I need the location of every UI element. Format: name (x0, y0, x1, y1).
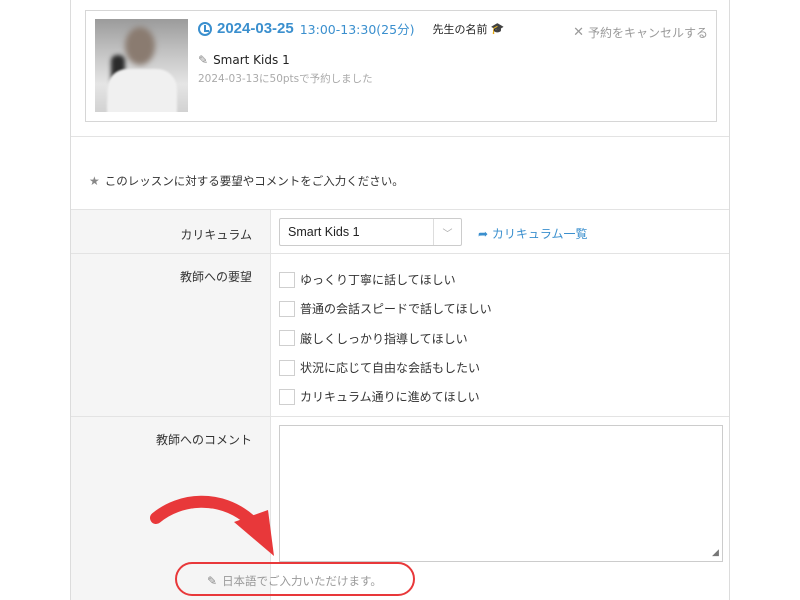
request-option-follow-curriculum[interactable]: カリキュラム通りに進めてほしい (279, 382, 492, 411)
checkbox[interactable] (279, 359, 295, 376)
curriculum-select[interactable]: Smart Kids 1 ﹀ (279, 218, 462, 246)
resize-handle-icon[interactable]: ◢ (712, 548, 727, 600)
request-option-free-talk[interactable]: 状況に応じて自由な会話もしたい (279, 353, 492, 382)
clock-icon (198, 21, 212, 36)
course-name: ✎ Smart Kids 1 (198, 53, 290, 67)
teacher-name[interactable]: 先生の名前 (432, 21, 487, 37)
checkbox[interactable] (279, 300, 295, 317)
request-option-label: 普通の会話スピードで話してほしい (300, 302, 492, 317)
request-option-label: カリキュラム通りに進めてほしい (300, 390, 480, 405)
pencil-icon: ✎ (207, 574, 218, 588)
lesson-time: 13:00-13:30(25分) (299, 22, 415, 37)
requests-row: 教師への要望 ゆっくり丁寧に話してほしい 普通の会話スピードで話してほしい 厳し… (71, 253, 729, 416)
course-label: Smart Kids 1 (213, 53, 290, 67)
checkbox[interactable] (279, 388, 295, 405)
cancel-label: 予約をキャンセルする (587, 26, 708, 40)
graduation-cap-icon: 🎓 (490, 22, 505, 35)
request-options: ゆっくり丁寧に話してほしい 普通の会話スピードで話してほしい 厳しくしっかり指導… (279, 265, 492, 411)
comment-hint-text: 日本語でご入力いただけます。 (222, 574, 382, 588)
curriculum-row: カリキュラム Smart Kids 1 ﹀ ➦ カリキュラム一覧 (71, 209, 729, 253)
cancel-reservation-link[interactable]: ✕ 予約をキャンセルする (573, 24, 708, 41)
requests-label: 教師への要望 (71, 254, 271, 416)
annotation-highlight: ✎ 日本語でご入力いただけます。 (175, 562, 415, 596)
form-note-text: このレッスンに対する要望やコメントをご入力ください。 (104, 174, 404, 188)
lesson-datetime: 2024-03-25 13:00-13:30(25分) 先生の名前 🎓 (198, 19, 504, 38)
curriculum-list-link[interactable]: ➦ カリキュラム一覧 (478, 225, 588, 242)
divider (71, 136, 729, 137)
curriculum-link-label: カリキュラム一覧 (491, 227, 588, 241)
pencil-icon: ✎ (198, 53, 209, 67)
share-arrow-icon: ➦ (478, 227, 489, 241)
request-option-label: ゆっくり丁寧に話してほしい (300, 273, 456, 288)
request-option-label: 状況に応じて自由な会話もしたい (300, 361, 481, 376)
close-icon: ✕ (573, 25, 584, 40)
teacher-photo (95, 19, 188, 112)
lesson-date: 2024-03-25 (217, 20, 294, 37)
request-option-strict[interactable]: 厳しくしっかり指導してほしい (279, 324, 492, 353)
curriculum-selected: Smart Kids 1 (288, 225, 360, 239)
comment-hint: ✎ 日本語でご入力いただけます。 (207, 573, 382, 589)
curriculum-label: カリキュラム (71, 210, 271, 253)
request-option-slow[interactable]: ゆっくり丁寧に話してほしい (279, 265, 492, 294)
request-option-normal-speed[interactable]: 普通の会話スピードで話してほしい (279, 294, 492, 323)
reservation-card: 2024-03-25 13:00-13:30(25分) 先生の名前 🎓 ✕ 予約… (85, 10, 717, 122)
annotation-arrow (150, 495, 274, 556)
comment-textarea[interactable] (279, 425, 723, 562)
checkbox[interactable] (279, 271, 295, 288)
request-option-label: 厳しくしっかり指導してほしい (300, 331, 468, 346)
chevron-down-icon: ﹀ (433, 219, 461, 245)
booked-note: 2024-03-13に50ptsで予約しました (198, 73, 373, 85)
checkbox[interactable] (279, 330, 295, 347)
form-note: ★ このレッスンに対する要望やコメントをご入力ください。 (89, 173, 404, 189)
star-icon: ★ (89, 174, 100, 188)
